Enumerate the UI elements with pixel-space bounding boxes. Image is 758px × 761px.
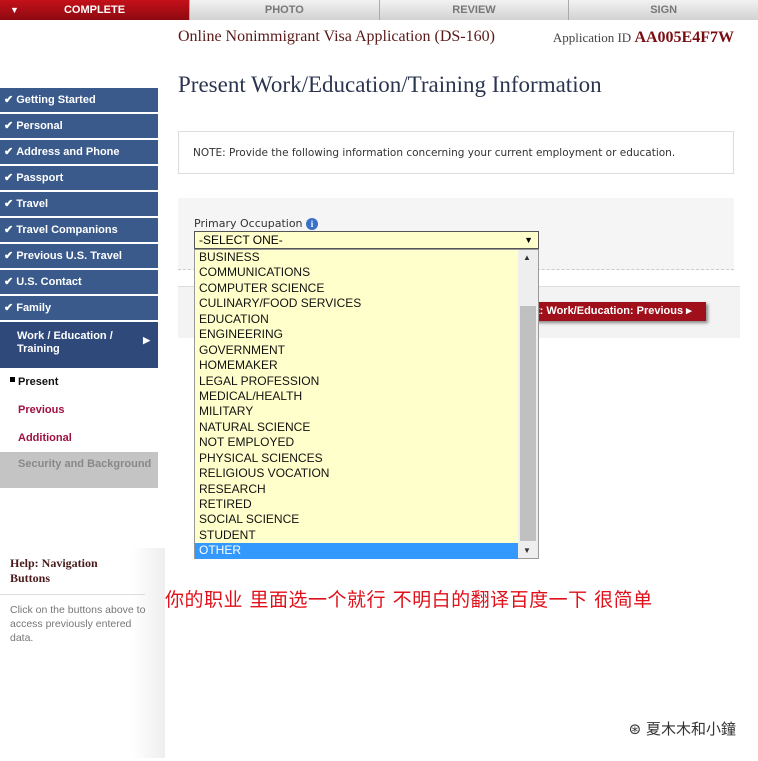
sidebar-item[interactable]: ✔ Personal <box>0 114 158 138</box>
option-item[interactable]: CULINARY/FOOD SERVICES <box>195 296 518 311</box>
check-icon: ✔ <box>4 198 14 210</box>
dropdown-arrow-icon: ▼ <box>524 235 533 245</box>
sidebar-item-current[interactable]: Work / Education / Training ▶ <box>0 322 158 368</box>
help-panel: Help: Navigation Buttons Click on the bu… <box>0 548 165 758</box>
sidebar-subitem[interactable]: Present <box>0 368 158 396</box>
check-icon: ✔ <box>4 120 14 132</box>
option-item[interactable]: MEDICAL/HEALTH <box>195 389 518 404</box>
watermark: ⊛ 夏木木和小鐘 <box>628 720 736 738</box>
help-title: Help: Navigation Buttons <box>0 548 145 595</box>
option-item[interactable]: NOT EMPLOYED <box>195 435 518 450</box>
sidebar-item[interactable]: ✔ Previous U.S. Travel <box>0 244 158 268</box>
occupation-options-list[interactable]: ▲ ▼ BUSINESS COMMUNICATIONS COMPUTER SCIENC… <box>194 249 539 559</box>
check-icon: ✔ <box>4 94 14 106</box>
sidebar-item[interactable]: ✔ Travel Companions <box>0 218 158 242</box>
option-item[interactable]: COMPUTER SCIENCE <box>195 281 518 296</box>
check-icon: ✔ <box>4 172 14 184</box>
sidebar-item-disabled: Security and Background <box>0 452 158 488</box>
check-icon: ✔ <box>4 250 14 262</box>
caret-down-icon: ▼ <box>10 5 19 15</box>
option-item[interactable]: RESEARCH <box>195 482 518 497</box>
chevron-right-icon: ▶ <box>143 335 150 345</box>
check-icon: ✔ <box>4 224 14 236</box>
scroll-thumb[interactable] <box>520 306 536 541</box>
tab-sign[interactable]: SIGN <box>569 0 758 20</box>
option-item[interactable]: MILITARY <box>195 404 518 419</box>
back-previous-button[interactable]: t: Work/Education: Previous ▸ <box>530 302 706 321</box>
sidebar-item[interactable]: ✔ Getting Started <box>0 88 158 112</box>
option-item[interactable]: STUDENT <box>195 528 518 543</box>
help-text: Click on the buttons above to access pre… <box>10 604 146 644</box>
annotation-text: 你的职业 里面选一个就行 不明白的翻译百度一下 很简单 <box>165 589 653 611</box>
tab-photo[interactable]: PHOTO <box>190 0 380 20</box>
option-item[interactable]: BUSINESS <box>195 250 518 265</box>
sidebar-item[interactable]: ✔ Address and Phone <box>0 140 158 164</box>
info-icon[interactable]: i <box>306 218 319 230</box>
option-item[interactable]: NATURAL SCIENCE <box>195 420 518 435</box>
option-item[interactable]: SOCIAL SCIENCE <box>195 512 518 527</box>
tab-complete[interactable]: ▼ COMPLETE <box>0 0 190 20</box>
option-item[interactable]: GOVERNMENT <box>195 343 518 358</box>
sidebar-item[interactable]: ✔ U.S. Contact <box>0 270 158 294</box>
option-item[interactable]: ENGINEERING <box>195 327 518 342</box>
sidebar-item[interactable]: ✔ Passport <box>0 166 158 190</box>
option-item[interactable]: RELIGIOUS VOCATION <box>195 466 518 481</box>
option-item[interactable]: HOMEMAKER <box>195 358 518 373</box>
option-item[interactable]: RETIRED <box>195 497 518 512</box>
check-icon: ✔ <box>4 146 14 158</box>
sidebar-subitem[interactable]: Additional <box>0 424 158 452</box>
sidebar-subitem[interactable]: Previous <box>0 396 158 424</box>
note-box: NOTE: Provide the following information … <box>178 131 734 174</box>
scroll-up-icon[interactable]: ▲ <box>523 253 531 262</box>
sidebar-item[interactable]: ✔ Family <box>0 296 158 320</box>
scrollbar[interactable]: ▲ ▼ <box>518 250 538 558</box>
sidebar: ✔ Getting Started ✔ Personal ✔ Address and Ph… <box>0 88 158 490</box>
page-title: Present Work/Education/Training Informat… <box>178 72 602 97</box>
application-id: Application ID AA005E4F7W <box>552 29 734 46</box>
scroll-down-icon[interactable]: ▼ <box>523 546 531 555</box>
option-item[interactable]: OTHER <box>195 543 518 559</box>
sidebar-item[interactable]: ✔ Travel <box>0 192 158 216</box>
primary-occupation-select[interactable]: -SELECT ONE- ▼ <box>194 231 539 249</box>
app-title: Online Nonimmigrant Visa Application (DS… <box>178 28 495 45</box>
tab-review[interactable]: REVIEW <box>380 0 570 20</box>
option-item[interactable]: EDUCATION <box>195 312 518 327</box>
check-icon: ✔ <box>4 276 14 288</box>
option-item[interactable]: PHYSICAL SCIENCES <box>195 451 518 466</box>
primary-occupation-label: Primary Occupation i <box>194 217 319 230</box>
option-item[interactable]: COMMUNICATIONS <box>195 265 518 280</box>
progress-tabs: ▼ COMPLETE PHOTO REVIEW SIGN <box>0 0 758 20</box>
check-icon: ✔ <box>4 302 14 314</box>
option-item[interactable]: LEGAL PROFESSION <box>195 374 518 389</box>
